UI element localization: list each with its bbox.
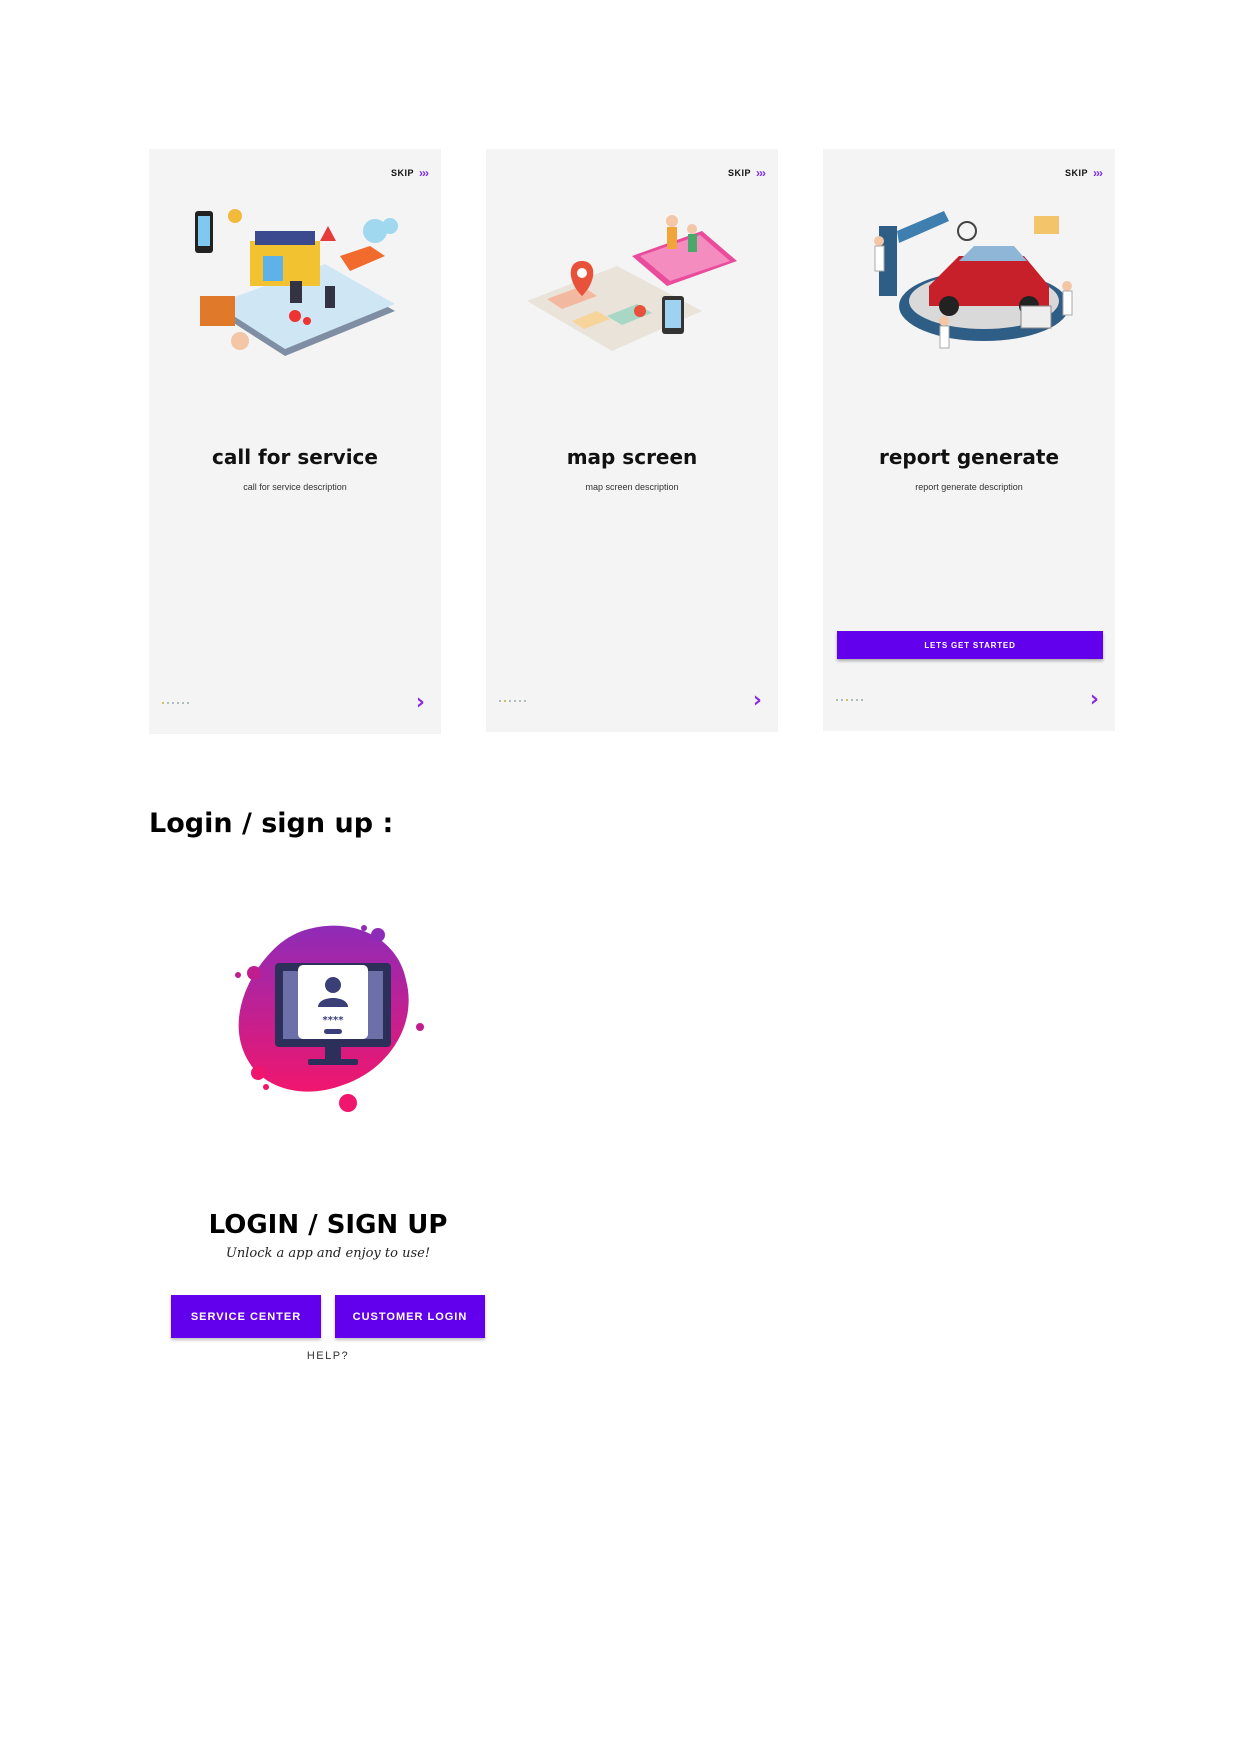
login-illustration: **** — [228, 915, 428, 1115]
page-dot — [836, 699, 838, 701]
screen-title: call for service — [212, 445, 378, 469]
customer-login-button[interactable]: CUSTOMER LOGIN — [335, 1295, 485, 1338]
screen-description: map screen description — [585, 482, 679, 492]
page-indicator — [836, 699, 863, 701]
onboarding-screen-call-for-service: SKIP ››› call for service call for servi… — [149, 149, 441, 734]
page-dot — [499, 700, 501, 702]
page-dot — [861, 699, 863, 701]
page-dot — [524, 700, 526, 702]
login-title: LOGIN / SIGN UP — [208, 1210, 448, 1240]
next-arrow-icon[interactable]: › — [416, 692, 425, 714]
lets-get-started-button[interactable]: LETS GET STARTED — [837, 631, 1103, 659]
page-dot — [509, 700, 511, 702]
skip-label: SKIP — [727, 168, 751, 178]
skip-button[interactable]: SKIP ››› — [727, 166, 766, 180]
page-dot — [187, 702, 189, 704]
report-illustration — [849, 201, 1089, 376]
onboarding-screen-map: SKIP ››› map screen map screen descripti… — [486, 149, 778, 732]
login-subtitle: Unlock a app and enjoy to use! — [225, 1246, 431, 1261]
page-dot — [851, 699, 853, 701]
page-indicator — [499, 700, 526, 702]
page-indicator — [162, 702, 189, 704]
screen-description: call for service description — [243, 482, 347, 492]
help-link[interactable]: HELP? — [149, 1350, 507, 1362]
page-dot-active — [162, 702, 164, 704]
onboarding-screen-report: SKIP ››› report generate report generate… — [823, 149, 1115, 731]
section-heading: Login / sign up : — [149, 808, 394, 839]
service-center-button[interactable]: SERVICE CENTER — [171, 1295, 321, 1338]
page-dot — [172, 702, 174, 704]
skip-label: SKIP — [390, 168, 414, 178]
page-dot-active — [846, 699, 848, 701]
map-illustration — [512, 201, 752, 376]
service-illustration — [175, 201, 415, 376]
skip-button[interactable]: SKIP ››› — [390, 166, 429, 180]
page-dot-active — [504, 700, 506, 702]
page-dot — [182, 702, 184, 704]
page-dot — [856, 699, 858, 701]
screen-description: report generate description — [915, 482, 1023, 492]
screen-title: map screen — [566, 445, 698, 469]
skip-label: SKIP — [1064, 168, 1088, 178]
password-mask-text: **** — [323, 1015, 345, 1026]
page-dot — [519, 700, 521, 702]
skip-arrows-icon: ››› — [419, 166, 429, 180]
screen-title: report generate — [878, 445, 1060, 469]
next-arrow-icon[interactable]: › — [753, 690, 762, 712]
skip-button[interactable]: SKIP ››› — [1064, 166, 1103, 180]
page-dot — [177, 702, 179, 704]
page-dot — [841, 699, 843, 701]
skip-arrows-icon: ››› — [756, 166, 766, 180]
page-dot — [167, 702, 169, 704]
skip-arrows-icon: ››› — [1093, 166, 1103, 180]
next-arrow-icon[interactable]: › — [1090, 689, 1099, 711]
page-dot — [514, 700, 516, 702]
